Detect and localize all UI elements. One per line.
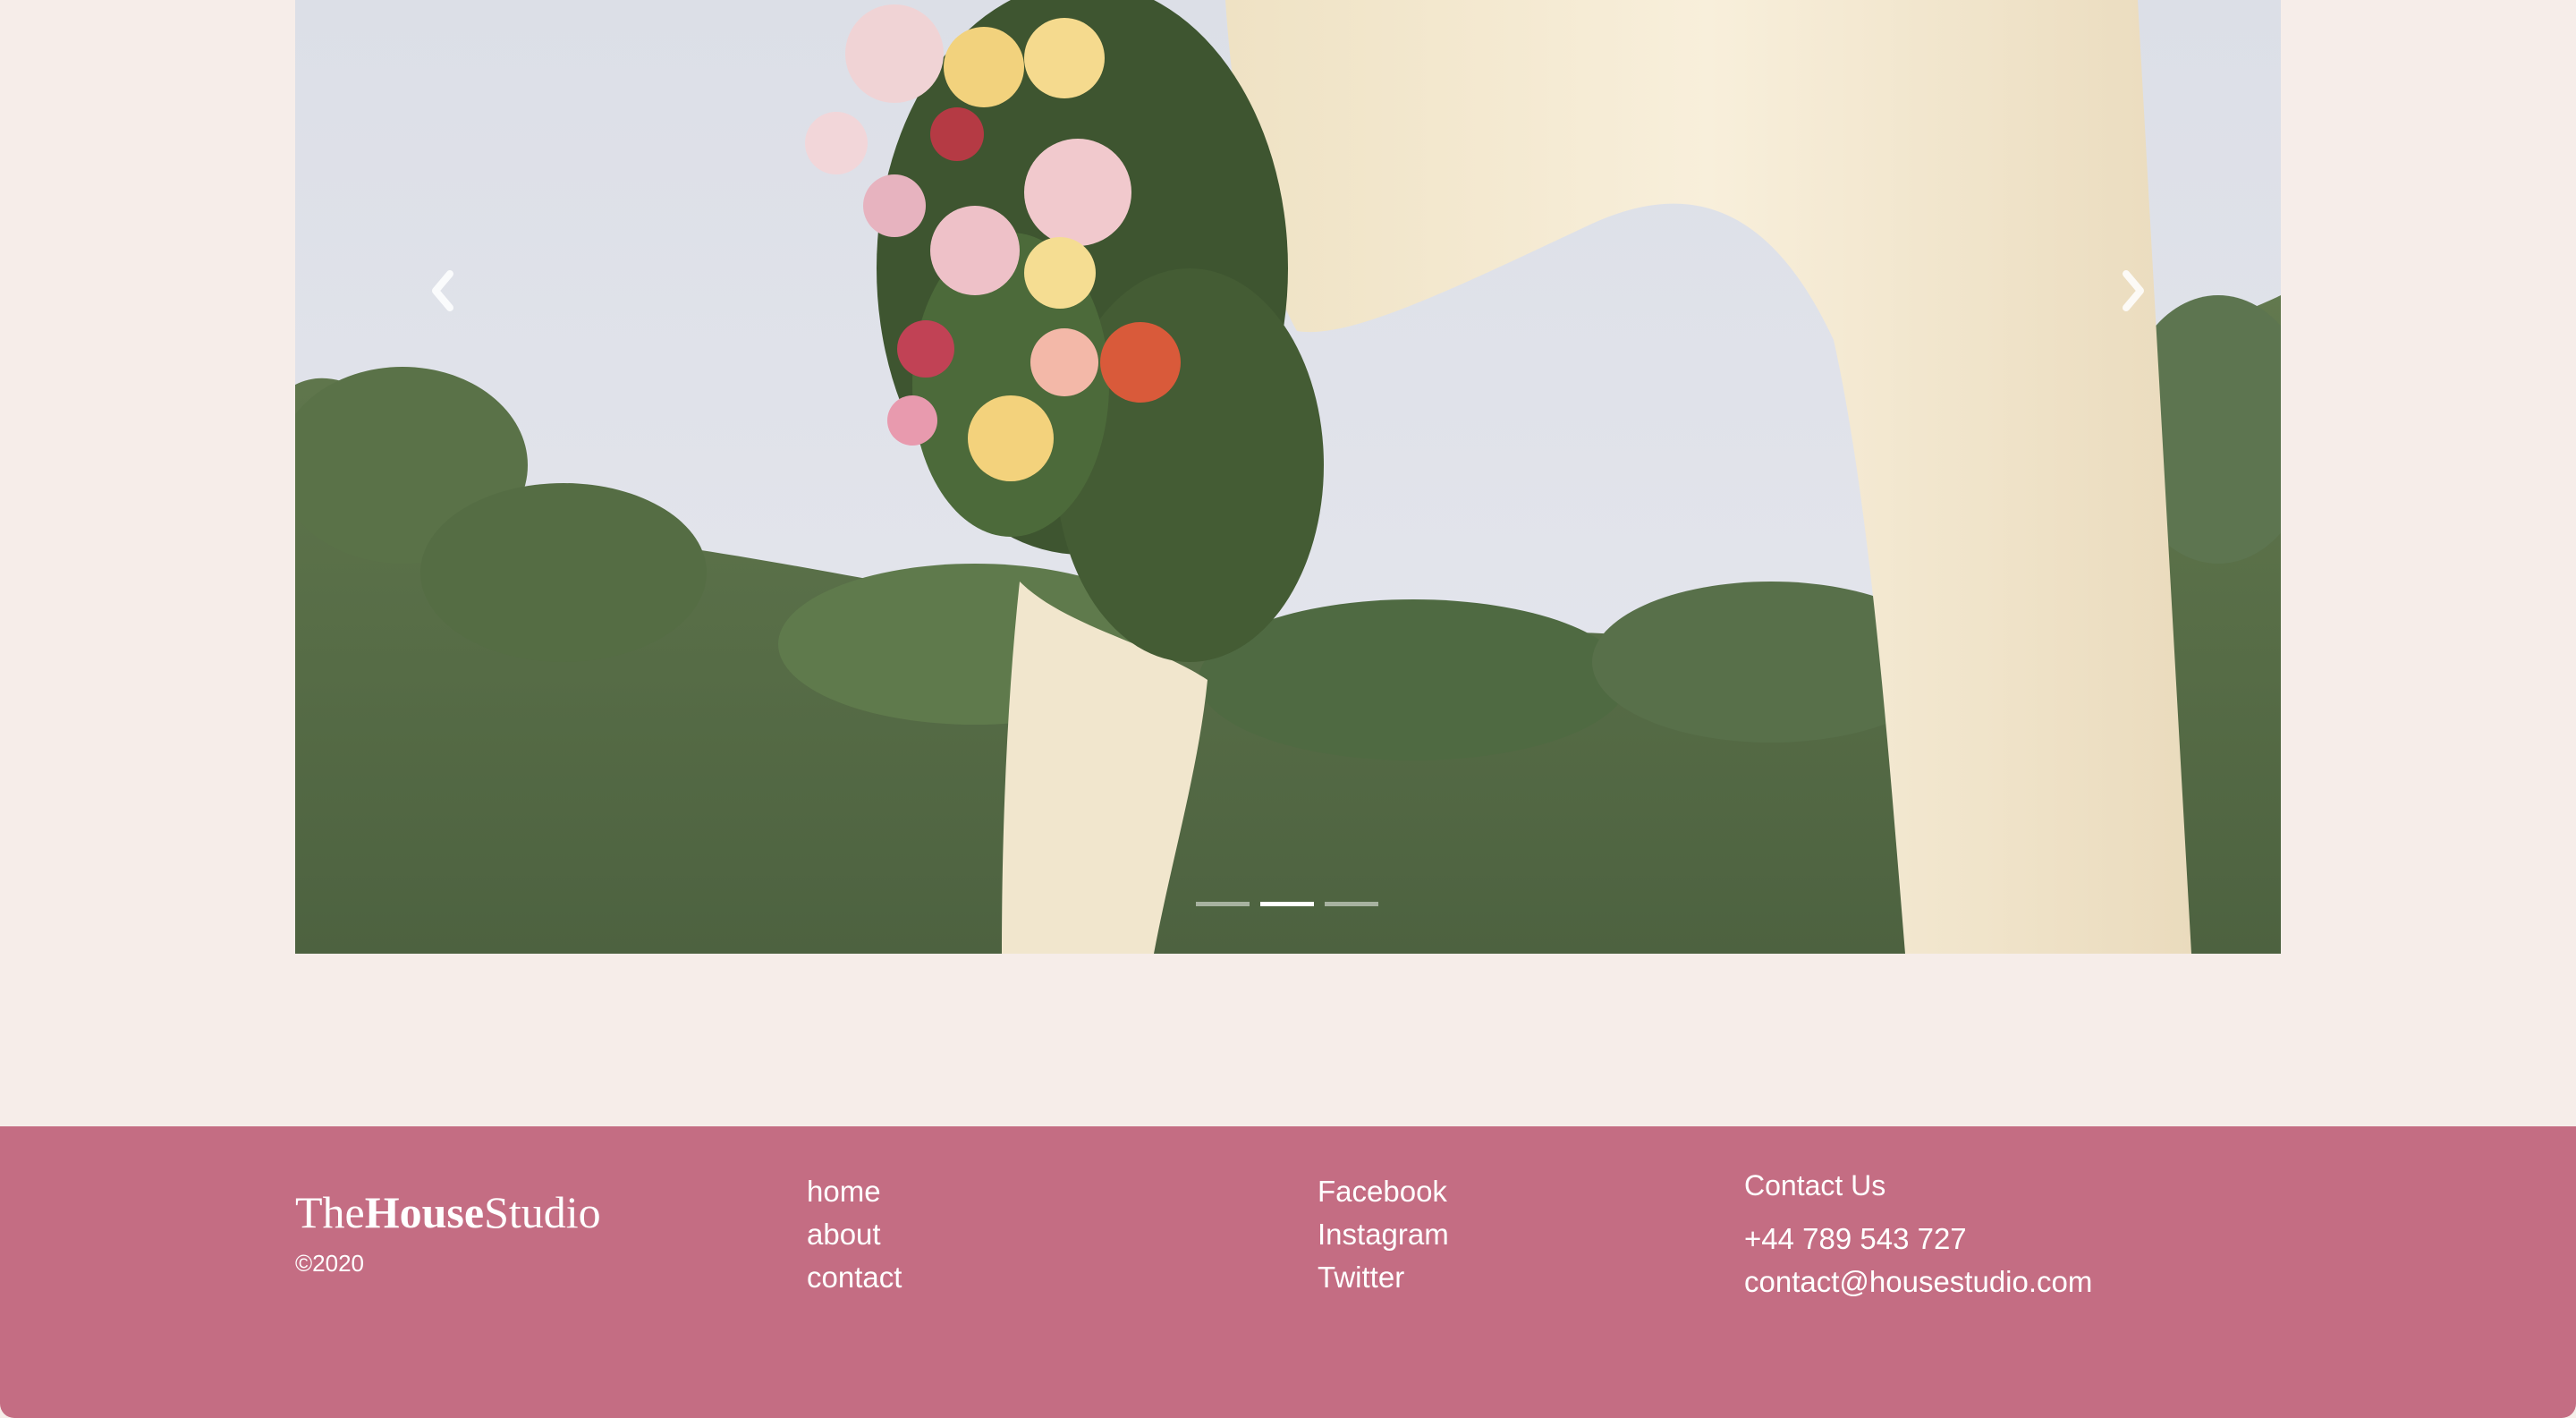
- footer-link-facebook[interactable]: Facebook: [1318, 1170, 1449, 1213]
- contact-email-link[interactable]: contact@housestudio.com: [1744, 1261, 2092, 1303]
- carousel-prev-button[interactable]: [416, 259, 470, 322]
- page: TheHouseStudio ©2020 home about contact …: [0, 0, 2576, 1418]
- contact-heading: Contact Us: [1744, 1169, 1886, 1201]
- footer-link-home[interactable]: home: [807, 1170, 902, 1213]
- site-footer: TheHouseStudio ©2020 home about contact …: [0, 1126, 2576, 1418]
- footer-link-contact[interactable]: contact: [807, 1256, 902, 1299]
- carousel-indicator-3[interactable]: [1325, 902, 1378, 906]
- footer-social-links: Facebook Instagram Twitter: [1318, 1170, 1449, 1299]
- logo-prefix: The: [295, 1187, 365, 1237]
- footer-link-about[interactable]: about: [807, 1213, 902, 1256]
- copyright-text: ©2020: [295, 1250, 364, 1277]
- carousel-indicator-1[interactable]: [1196, 902, 1250, 906]
- chevron-left-icon: [432, 270, 453, 311]
- footer-link-instagram[interactable]: Instagram: [1318, 1213, 1449, 1256]
- footer-nav: home about contact: [807, 1170, 902, 1299]
- contact-phone: +44 789 543 727: [1744, 1222, 1967, 1255]
- footer-link-twitter[interactable]: Twitter: [1318, 1256, 1449, 1299]
- chevron-right-icon: [2123, 270, 2144, 311]
- logo-bold: House: [364, 1187, 485, 1237]
- carousel-next-button[interactable]: [2106, 259, 2160, 322]
- carousel-indicators: [1196, 900, 1378, 907]
- footer-contact: Contact Us +44 789 543 727 contact@house…: [1744, 1166, 2092, 1303]
- carousel-slide-image: [295, 0, 2281, 954]
- hero-carousel: [295, 0, 2281, 954]
- footer-logo[interactable]: TheHouseStudio: [295, 1185, 601, 1239]
- carousel-indicator-2[interactable]: [1260, 902, 1314, 906]
- logo-suffix: Studio: [484, 1187, 601, 1237]
